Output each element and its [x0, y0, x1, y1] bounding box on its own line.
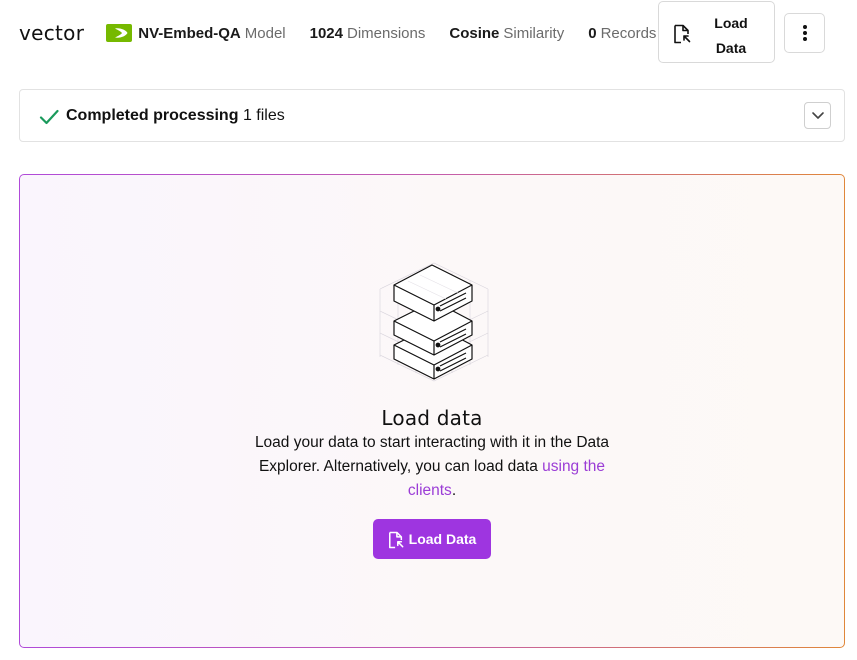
load-data-button[interactable]: Load Data [373, 519, 491, 559]
chevron-down-icon [811, 112, 824, 119]
expand-status-button[interactable] [804, 102, 831, 129]
empty-state-description: Load your data to start interacting with… [252, 431, 612, 503]
load-data-button-label: Load Data [408, 531, 477, 547]
server-stack-illustration [379, 262, 489, 382]
model-info: NV-Embed-QA Model [106, 24, 286, 42]
empty-state-content: Load data Load your data to start intera… [20, 175, 844, 647]
model-label: Model [244, 24, 286, 42]
dimensions-value: 1024 [309, 24, 343, 42]
check-icon [39, 109, 59, 124]
description-period: . [451, 482, 457, 499]
load-data-button-header[interactable]: Load Data [658, 1, 775, 63]
load-data-label: Load Data [703, 11, 759, 61]
more-options-button[interactable] [784, 13, 825, 53]
status-strong: Completed processing [66, 106, 239, 124]
model-name: NV-Embed-QA [138, 24, 241, 42]
nvidia-logo-icon [106, 24, 133, 42]
empty-state-panel: Load data Load your data to start intera… [19, 174, 845, 648]
processing-status-bar: Completed processing 1 files [19, 89, 845, 142]
index-name: vector [19, 20, 85, 45]
status-count: 1 files [242, 106, 285, 124]
metric-value: Cosine [449, 24, 500, 42]
status-message: Completed processing 1 files [66, 107, 285, 125]
records-label: Records [600, 24, 657, 42]
file-upload-icon [674, 24, 691, 44]
empty-state-title: Load data [381, 406, 483, 430]
metric-info: Cosine Similarity [449, 25, 564, 42]
more-vertical-icon [802, 25, 807, 41]
records-info: 0 Records [588, 25, 656, 42]
dimensions-info: 1024 Dimensions [310, 25, 426, 42]
file-upload-icon [388, 531, 404, 548]
load-label-line1: Load [714, 15, 748, 31]
load-label-line2: Data [715, 40, 747, 56]
page: vector NV-Embed-QA Model 1024 Dimensions… [0, 0, 857, 660]
dimensions-label: Dimensions [347, 24, 426, 42]
records-value: 0 [588, 24, 597, 42]
metric-label: Similarity [503, 24, 565, 42]
